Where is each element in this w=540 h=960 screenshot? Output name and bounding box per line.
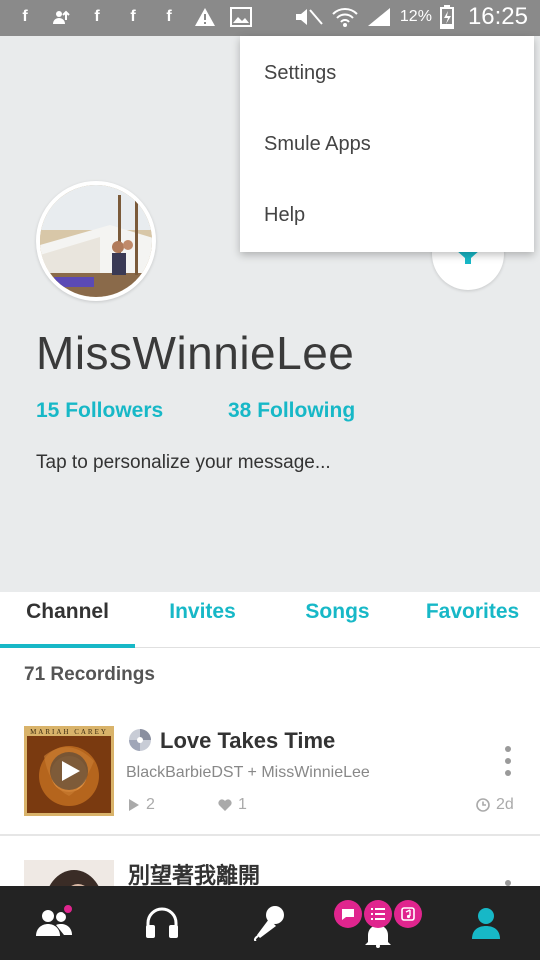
album-cover [24, 860, 114, 886]
music-badge [394, 900, 422, 928]
facebook-icon: f [94, 8, 100, 25]
recording-title[interactable]: Love Takes Time [160, 728, 335, 754]
list-icon [371, 908, 385, 920]
nav-activity[interactable] [324, 886, 432, 960]
bottom-nav [0, 886, 540, 960]
list-item[interactable]: MARIAH CAREY Love Takes Time BlackBarbie… [0, 712, 540, 832]
menu-item-settings[interactable]: Settings [264, 62, 336, 85]
battery-percent: 12% [399, 8, 432, 25]
play-button[interactable] [50, 752, 88, 790]
warning-icon [194, 6, 216, 28]
image-icon [230, 6, 252, 28]
facebook-icon: f [22, 8, 28, 25]
battery-charging-icon [439, 5, 454, 29]
overflow-menu: Settings Smule Apps Help [240, 36, 534, 252]
facebook-icon: f [130, 8, 136, 25]
followers-link[interactable]: 15 Followers [36, 399, 163, 423]
notification-icons: f f f f [14, 6, 252, 28]
personal-message[interactable]: Tap to personalize your message... [36, 452, 331, 474]
more-options-icon[interactable] [504, 746, 512, 776]
tab-channel[interactable]: Channel [0, 592, 135, 648]
system-icons: 12% 16:25 [294, 3, 528, 31]
album-art[interactable] [24, 860, 114, 886]
recordings-count: 71 Recordings [24, 664, 155, 685]
recording-age: 2d [476, 796, 514, 814]
headphones-icon [146, 907, 178, 938]
list-badge [364, 900, 392, 928]
profile-icon [472, 908, 500, 939]
nav-social[interactable] [0, 886, 108, 960]
chat-badge [334, 900, 362, 928]
mute-icon [295, 9, 323, 25]
wifi-icon [332, 8, 358, 27]
profile-username: MissWinnieLee [36, 327, 355, 379]
nav-listen[interactable] [108, 886, 216, 960]
disc-icon [129, 729, 151, 751]
tab-songs[interactable]: Songs [270, 592, 405, 648]
clock: 16:25 [467, 3, 528, 30]
music-note-icon [401, 907, 415, 921]
heart-icon [218, 799, 232, 811]
avatar[interactable] [36, 181, 156, 301]
recording-age-value: 2d [496, 796, 514, 813]
tab-indicator [0, 644, 135, 648]
clock-icon [476, 798, 490, 812]
profile-tabs: Channel Invites Songs Favorites [0, 592, 540, 648]
like-count-value: 1 [238, 796, 247, 813]
status-bar: f f f f 12% 16:25 [0, 0, 540, 36]
user-upload-icon [50, 6, 72, 28]
menu-item-help[interactable]: Help [264, 204, 305, 227]
menu-item-smule-apps[interactable]: Smule Apps [264, 133, 371, 156]
like-count: 1 [218, 796, 247, 814]
recording-performers: BlackBarbieDST + MissWinnieLee [126, 764, 370, 781]
microphone-icon [253, 906, 284, 941]
following-link[interactable]: 38 Following [228, 399, 355, 423]
bell-icon [365, 926, 391, 948]
list-item[interactable]: 別望著我離開 [0, 836, 540, 886]
album-art[interactable]: MARIAH CAREY [24, 726, 114, 816]
signal-icon [367, 8, 390, 26]
facebook-icon: f [166, 8, 172, 25]
play-icon [62, 761, 80, 781]
tab-invites[interactable]: Invites [135, 592, 270, 648]
recording-title[interactable]: 別望著我離開 [128, 858, 260, 886]
play-count-icon [129, 799, 139, 811]
play-count: 2 [128, 796, 155, 814]
tab-favorites[interactable]: Favorites [405, 592, 540, 648]
play-count-value: 2 [146, 796, 155, 813]
notification-dot [62, 903, 74, 915]
nav-profile[interactable] [432, 886, 540, 960]
nav-sing[interactable] [216, 886, 324, 960]
album-artist-text: MARIAH CAREY [30, 728, 108, 736]
chat-icon [342, 909, 354, 920]
